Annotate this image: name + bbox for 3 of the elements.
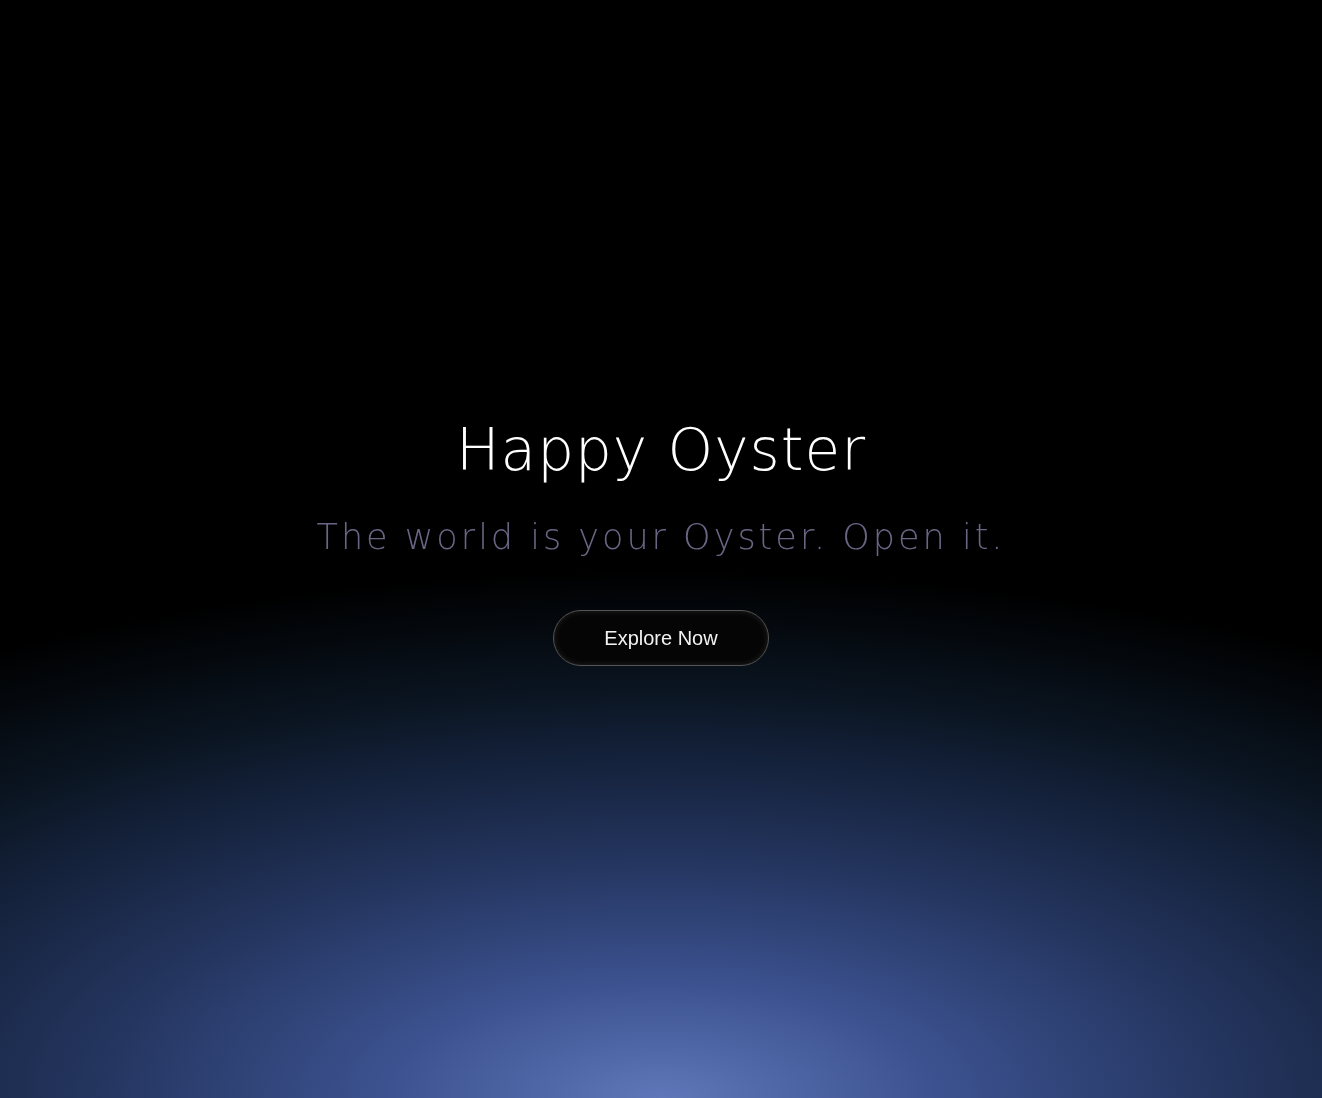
hero-title: Happy Oyster — [456, 415, 866, 486]
hero-tagline: The world is your Oyster. Open it. — [316, 516, 1006, 559]
explore-button[interactable]: Explore Now — [553, 610, 769, 666]
